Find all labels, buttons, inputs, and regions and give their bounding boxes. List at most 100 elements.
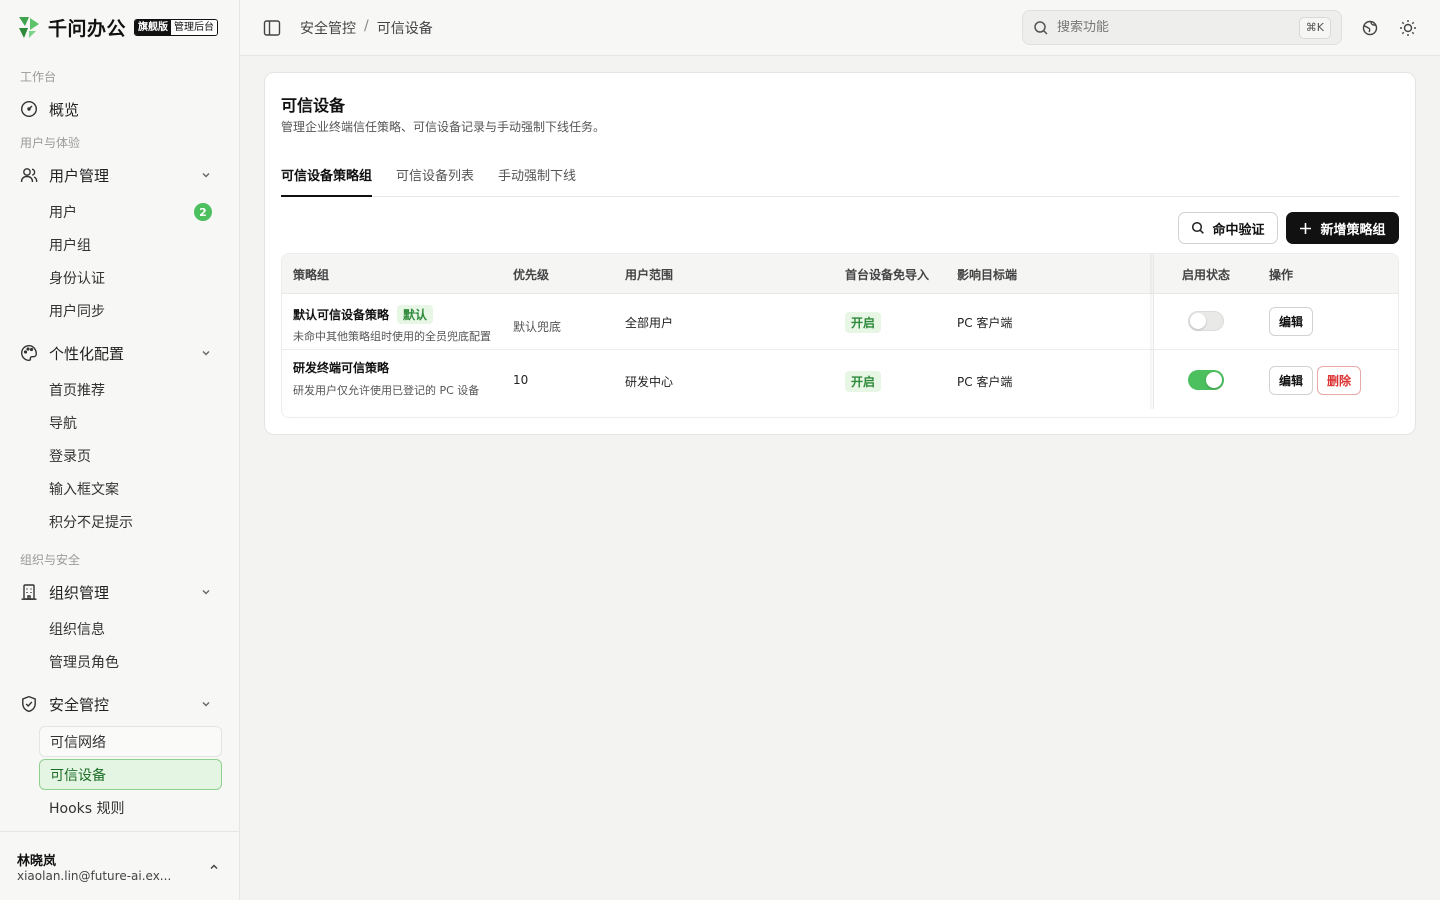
console-label: 管理后台: [171, 19, 218, 35]
nav-overview[interactable]: 概览: [10, 92, 228, 126]
users-count-badge: 2: [194, 203, 212, 221]
search-input[interactable]: [1057, 20, 1287, 35]
policy-desc: 研发用户仅允许使用已登记的 PC 设备: [293, 384, 480, 397]
nav-user-mgmt-label: 用户管理: [49, 166, 110, 185]
nav-users-label: 用户: [49, 204, 77, 221]
gauge-icon: [20, 100, 38, 118]
sticky-column-divider: [1153, 254, 1154, 409]
chevron-down-icon: [202, 702, 210, 707]
nav-user-mgmt[interactable]: 用户管理: [10, 158, 228, 192]
nav-users[interactable]: 用户 2: [39, 196, 222, 227]
enable-toggle[interactable]: [1188, 370, 1224, 390]
tab-force-offline[interactable]: 手动强制下线: [498, 165, 576, 197]
building-icon: [21, 584, 37, 600]
chevron-up-icon[interactable]: [208, 861, 220, 873]
scope-cell: 研发中心: [625, 375, 674, 389]
target-cell: PC 客户端: [957, 375, 1013, 389]
nav-login-page-label: 登录页: [49, 448, 91, 465]
scope-cell: 全部用户: [625, 316, 674, 330]
table-row: 研发终端可信策略 研发用户仅允许使用已登记的 PC 设备 10 研发中心 开启 …: [282, 350, 1398, 410]
policy-desc: 未命中其他策略组时使用的全员兜底配置: [293, 330, 491, 343]
first-device-status: 开启: [845, 371, 882, 392]
sidebar-toggle-icon[interactable]: [262, 18, 282, 38]
policy-name: 研发终端可信策略: [293, 361, 390, 375]
first-device-cell: 开启: [845, 312, 882, 333]
chevron-down-icon: [202, 590, 210, 595]
nav-admin-roles[interactable]: 管理员角色: [39, 646, 222, 677]
toggle-knob: [1206, 372, 1222, 388]
page-title: 可信设备: [281, 96, 346, 115]
edition-label: 旗舰版: [135, 19, 172, 35]
nav-hooks[interactable]: Hooks 规则: [39, 792, 222, 823]
nav-auth-label: 身份认证: [49, 270, 105, 287]
add-policy-group-label: 新增策略组: [1320, 222, 1386, 238]
shield-check-icon: [22, 695, 36, 713]
nav-points-tip[interactable]: 积分不足提示: [39, 506, 222, 537]
nav-user-sync[interactable]: 用户同步: [39, 295, 222, 326]
nav-home-rec[interactable]: 首页推荐: [39, 374, 222, 405]
users-icon: [20, 168, 38, 183]
tabs: 可信设备策略组 可信设备列表 手动强制下线: [281, 159, 1399, 197]
user-card[interactable]: 林晓岚 xiaolan.lin@future-ai.ex...: [0, 831, 240, 900]
breadcrumb-separator: /: [364, 18, 369, 34]
default-tag: 默认: [397, 305, 434, 324]
nav-security-label: 安全管控: [49, 695, 110, 714]
chevron-down-icon: [202, 351, 210, 356]
delete-button[interactable]: 删除: [1317, 366, 1362, 395]
table-header: 策略组 优先级 用户范围 首台设备免导入 影响目标端 启用状态 操作: [282, 254, 1398, 294]
user-name: 林晓岚: [17, 854, 57, 869]
add-policy-group-button[interactable]: 新增策略组: [1286, 212, 1399, 244]
search-shortcut: ⌘K: [1298, 17, 1331, 39]
nav-org-info[interactable]: 组织信息: [39, 613, 222, 644]
nav-trusted-devices-label: 可信设备: [50, 767, 106, 784]
policy-name: 默认可信设备策略: [293, 308, 390, 322]
nav-auth[interactable]: 身份认证: [39, 262, 222, 293]
nav-trusted-devices[interactable]: 可信设备: [39, 759, 222, 790]
globe-icon[interactable]: [1360, 18, 1380, 38]
policy-name-cell: 默认可信设备策略 默认 未命中其他策略组时使用的全员兜底配置: [293, 305, 491, 344]
th-user-scope: 用户范围: [625, 268, 674, 282]
nav-input-copy[interactable]: 输入框文案: [39, 473, 222, 504]
tab-device-list[interactable]: 可信设备列表: [396, 165, 474, 197]
nav-user-groups[interactable]: 用户组: [39, 229, 222, 260]
nav-user-sync-label: 用户同步: [49, 303, 105, 320]
edit-button[interactable]: 编辑: [1269, 366, 1314, 395]
breadcrumb-security[interactable]: 安全管控: [300, 18, 356, 38]
palette-icon: [20, 344, 38, 362]
nav-personalize[interactable]: 个性化配置: [10, 336, 228, 370]
search-box[interactable]: ⌘K: [1022, 10, 1342, 45]
nav-login-page[interactable]: 登录页: [39, 440, 222, 471]
nav-security[interactable]: 安全管控: [10, 687, 228, 721]
nav-navigation-label: 导航: [49, 415, 77, 432]
brand-name: 千问办公: [48, 17, 127, 40]
target-cell: PC 客户端: [957, 316, 1013, 330]
edit-button[interactable]: 编辑: [1269, 307, 1314, 336]
priority-cell: 默认兜底: [513, 320, 562, 334]
nav-org-mgmt[interactable]: 组织管理: [10, 575, 228, 609]
sidebar: 千问办公 旗舰版 管理后台 工作台 概览 用户与体验 用户管理 用户 2 用户组…: [0, 0, 240, 900]
topbar: 安全管控 / 可信设备 ⌘K: [240, 0, 1440, 56]
nav-overview-label: 概览: [49, 100, 80, 119]
section-users: 用户与体验: [20, 136, 81, 150]
nav-personalize-label: 个性化配置: [49, 344, 125, 363]
page-description: 管理企业终端信任策略、可信设备记录与手动强制下线任务。: [281, 120, 606, 134]
edition-badge: 旗舰版 管理后台: [134, 18, 219, 36]
enable-toggle[interactable]: [1188, 311, 1224, 331]
nav-trusted-network[interactable]: 可信网络: [39, 726, 222, 757]
breadcrumb: 安全管控 / 可信设备: [300, 18, 433, 38]
breadcrumb-current: 可信设备: [376, 21, 433, 37]
brand[interactable]: 千问办公 旗舰版 管理后台: [16, 12, 219, 42]
brand-logo-icon: [19, 17, 39, 38]
th-enabled: 启用状态: [1182, 268, 1231, 282]
nav-points-tip-label: 积分不足提示: [49, 514, 133, 531]
th-policy-group: 策略组: [293, 268, 330, 282]
nav-trusted-network-label: 可信网络: [50, 734, 106, 751]
search-icon: [1034, 20, 1048, 35]
policy-group-table: 策略组 优先级 用户范围 首台设备免导入 影响目标端 启用状态 操作 默认可信设…: [281, 253, 1399, 418]
hit-verify-button[interactable]: 命中验证: [1178, 212, 1278, 244]
nav-navigation[interactable]: 导航: [39, 407, 222, 438]
user-email: xiaolan.lin@future-ai.ex...: [17, 869, 172, 883]
sun-icon[interactable]: [1398, 18, 1418, 38]
tab-policy-groups[interactable]: 可信设备策略组: [281, 165, 373, 197]
th-first-device: 首台设备免导入: [845, 268, 930, 282]
